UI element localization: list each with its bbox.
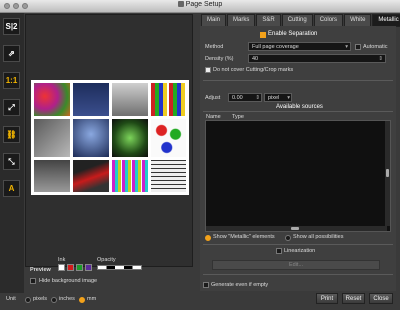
close-button[interactable]: Close bbox=[369, 293, 393, 304]
adjust-label: Adjust bbox=[205, 95, 221, 101]
thumbnail-image bbox=[151, 119, 186, 157]
ink-swatch-red[interactable] bbox=[67, 264, 74, 271]
thumbnail-image bbox=[112, 83, 148, 116]
unit-pixels-label: pixels bbox=[33, 296, 48, 302]
scrollbar-thumb[interactable] bbox=[386, 169, 389, 177]
reset-button[interactable]: Reset bbox=[342, 293, 365, 304]
enable-separation-checkbox[interactable] bbox=[260, 32, 266, 38]
sources-list[interactable] bbox=[205, 120, 391, 232]
unit-mm-label: mm bbox=[87, 296, 97, 302]
opacity-slider[interactable] bbox=[97, 265, 142, 270]
thumbnail-image bbox=[34, 83, 70, 116]
left-toolbar: S|2 ⇗ 1:1 ⤢ ⛓ ⤡ A bbox=[0, 13, 24, 293]
preview-label: Preview bbox=[30, 267, 51, 273]
unit-pixels-radio[interactable] bbox=[25, 297, 31, 303]
ink-swatch-white[interactable] bbox=[58, 264, 65, 271]
do-not-cover-label: Do not cover Cutting/Crop marks bbox=[213, 67, 294, 73]
ink-swatch-green[interactable] bbox=[76, 264, 83, 271]
do-not-cover-checkbox[interactable] bbox=[205, 67, 211, 73]
page-preview bbox=[31, 80, 189, 195]
horizontal-scrollbar[interactable] bbox=[206, 226, 387, 231]
text-tool-icon[interactable]: A bbox=[3, 180, 20, 197]
thumbnail-image bbox=[34, 119, 70, 157]
density-field[interactable]: 40 ⇕ bbox=[248, 54, 386, 63]
enable-separation-header: Enable Separation bbox=[268, 31, 318, 37]
automatic-checkbox[interactable] bbox=[355, 44, 361, 50]
unit-inches-label: inches bbox=[59, 296, 75, 302]
thumbnail-image bbox=[34, 160, 70, 192]
divider bbox=[203, 111, 393, 112]
hide-background-checkbox[interactable] bbox=[30, 278, 36, 284]
adjust-unit-select[interactable]: pixel ▾ bbox=[264, 93, 292, 102]
method-label: Method bbox=[205, 44, 224, 50]
expand-icon[interactable]: ⇗ bbox=[3, 45, 20, 62]
print-button[interactable]: Print bbox=[316, 293, 338, 304]
vertical-scrollbar[interactable] bbox=[385, 121, 390, 226]
method-select[interactable]: Full page coverage ▾ bbox=[248, 42, 351, 51]
edit-linearization-button[interactable]: Edit... bbox=[212, 260, 380, 270]
density-label: Density (%) bbox=[205, 56, 234, 62]
unit-inches-radio[interactable] bbox=[51, 297, 57, 303]
show-metallic-label: Show "Metallic" elements bbox=[213, 234, 275, 240]
link-icon[interactable]: ⛓ bbox=[3, 126, 20, 143]
automatic-label: Automatic bbox=[363, 44, 388, 50]
thumbnail-image bbox=[73, 83, 109, 116]
ink-swatch-purple[interactable] bbox=[85, 264, 92, 271]
linearization-label: Linearization bbox=[284, 248, 316, 254]
ink-label: Ink bbox=[58, 257, 66, 263]
chevron-down-icon: ▾ bbox=[345, 44, 348, 50]
thumbnail-image bbox=[112, 119, 148, 157]
unit-label: Unit bbox=[6, 296, 16, 302]
adjust-field[interactable]: 0.00 ⇕ bbox=[228, 93, 262, 102]
hide-background-label: Hide background image bbox=[39, 278, 98, 284]
app-icon bbox=[177, 1, 184, 7]
available-sources-header: Available sources bbox=[276, 104, 323, 110]
thumbnail-image bbox=[112, 160, 148, 192]
fit-page-icon[interactable]: ⤢ bbox=[3, 99, 20, 116]
show-metallic-radio[interactable] bbox=[205, 235, 211, 241]
thumbnail-image bbox=[151, 83, 186, 116]
split-view-icon[interactable]: S|2 bbox=[3, 18, 20, 35]
scrollbar-thumb[interactable] bbox=[291, 227, 299, 230]
unit-mm-radio[interactable] bbox=[79, 297, 85, 303]
linearization-checkbox[interactable] bbox=[276, 248, 282, 254]
thumbnail-image bbox=[73, 119, 109, 157]
actual-size-icon[interactable]: 1:1 bbox=[3, 72, 20, 89]
generate-even-if-empty-label: Generate even if empty bbox=[211, 282, 269, 288]
show-all-label: Show all possibilities bbox=[293, 234, 344, 240]
page-setup-window: Page Setup S|2 ⇗ 1:1 ⤢ ⛓ ⤡ A Ink Opacity… bbox=[0, 0, 400, 310]
thumbnail-image bbox=[73, 160, 109, 192]
stepper-icon[interactable]: ⇕ bbox=[255, 94, 260, 102]
opacity-label: Opacity bbox=[97, 257, 116, 263]
thumbnail-image bbox=[151, 160, 186, 192]
shrink-icon[interactable]: ⤡ bbox=[3, 153, 20, 170]
generate-even-if-empty-checkbox[interactable] bbox=[203, 282, 209, 288]
show-all-radio[interactable] bbox=[285, 235, 291, 241]
divider bbox=[203, 244, 393, 245]
chevron-down-icon: ▾ bbox=[287, 95, 290, 101]
stepper-icon[interactable]: ⇕ bbox=[378, 55, 383, 63]
window-title: Page Setup bbox=[0, 1, 400, 8]
divider bbox=[203, 80, 393, 81]
title-bar: Page Setup bbox=[0, 0, 400, 13]
divider bbox=[203, 274, 393, 275]
